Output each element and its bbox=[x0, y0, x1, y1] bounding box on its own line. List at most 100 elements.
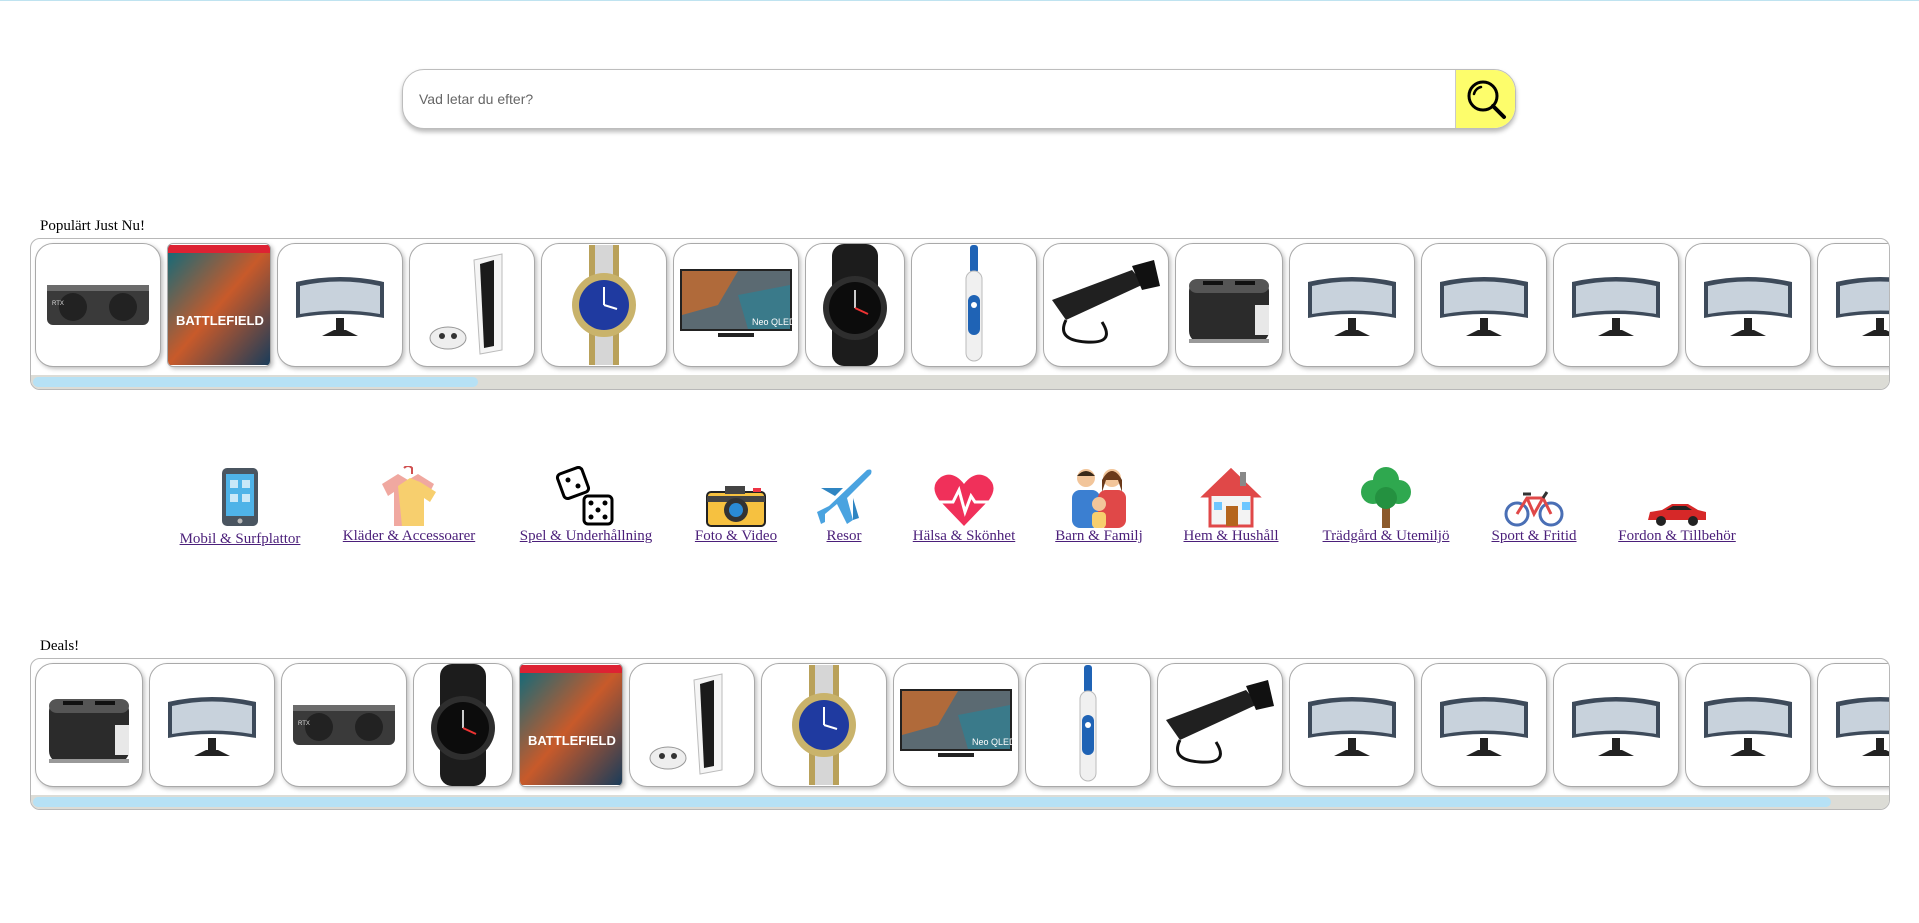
product-card[interactable] bbox=[1421, 243, 1547, 367]
clothes-icon bbox=[382, 466, 436, 526]
category-vehicles[interactable]: Fordon & Tillbehör bbox=[1612, 462, 1742, 545]
category-home[interactable]: Hem & Hushåll bbox=[1176, 462, 1286, 545]
category-link[interactable]: Fordon & Tillbehör bbox=[1612, 528, 1742, 545]
popular-scrollbar[interactable] bbox=[31, 375, 1889, 389]
product-card[interactable] bbox=[911, 243, 1037, 367]
curved-monitor-icon bbox=[1308, 277, 1396, 336]
deals-scroll-thumb[interactable] bbox=[33, 797, 1831, 807]
electric-toothbrush-icon bbox=[1079, 665, 1097, 782]
svg-text:Neo QLED: Neo QLED bbox=[752, 317, 794, 327]
category-link[interactable]: Foto & Video bbox=[688, 528, 784, 545]
battlefield-game-icon: BATTLEFIELD bbox=[520, 665, 622, 785]
flashlight-icon bbox=[1052, 260, 1160, 344]
product-card[interactable] bbox=[277, 243, 403, 367]
category-photo[interactable]: Foto & Video bbox=[688, 462, 784, 545]
product-card[interactable] bbox=[409, 243, 535, 367]
category-link[interactable]: Spel & Underhållning bbox=[512, 528, 660, 545]
family-icon bbox=[1072, 469, 1126, 528]
curved-monitor-icon bbox=[1308, 697, 1396, 756]
product-card[interactable] bbox=[413, 663, 513, 787]
toaster-icon bbox=[49, 699, 129, 763]
search-input[interactable] bbox=[403, 70, 1457, 128]
deals-title: Deals! bbox=[40, 638, 80, 654]
product-card[interactable] bbox=[1817, 663, 1889, 787]
graphics-card-icon: RTX bbox=[293, 705, 395, 745]
toaster-icon bbox=[1189, 279, 1269, 343]
svg-text:RTX: RTX bbox=[52, 301, 64, 307]
product-card[interactable] bbox=[1157, 663, 1283, 787]
curved-monitor-icon bbox=[1704, 697, 1792, 756]
house-icon bbox=[1200, 467, 1262, 528]
product-card[interactable]: Neo QLED bbox=[673, 243, 799, 367]
category-link[interactable]: Mobil & Surfplattor bbox=[172, 531, 308, 548]
category-link[interactable]: Hälsa & Skönhet bbox=[906, 528, 1022, 545]
product-card[interactable]: BATTLEFIELD bbox=[167, 243, 271, 367]
category-health[interactable]: Hälsa & Skönhet bbox=[906, 462, 1022, 545]
svg-text:BATTLEFIELD: BATTLEFIELD bbox=[528, 733, 616, 748]
product-card[interactable] bbox=[629, 663, 755, 787]
deals-carousel: RTX BATTLEFIELD Neo QLED bbox=[30, 658, 1890, 810]
electric-toothbrush-icon bbox=[965, 245, 983, 362]
svg-text:BATTLEFIELD: BATTLEFIELD bbox=[176, 313, 264, 328]
product-card[interactable] bbox=[805, 243, 905, 367]
product-card[interactable] bbox=[541, 243, 667, 367]
battlefield-game-icon: BATTLEFIELD bbox=[168, 245, 270, 365]
product-card[interactable] bbox=[1043, 243, 1169, 367]
product-card[interactable] bbox=[761, 663, 887, 787]
category-mobile[interactable]: Mobil & Surfplattor bbox=[172, 462, 308, 548]
curved-monitor-icon bbox=[168, 697, 256, 756]
product-card[interactable] bbox=[149, 663, 275, 787]
curved-monitor-icon bbox=[1572, 697, 1660, 756]
popular-scroll-thumb[interactable] bbox=[33, 377, 478, 387]
category-games[interactable]: Spel & Underhållning bbox=[512, 462, 660, 545]
category-link[interactable]: Trädgård & Utemiljö bbox=[1314, 528, 1458, 545]
search-bar bbox=[402, 69, 1516, 129]
curved-monitor-icon bbox=[1836, 277, 1889, 336]
product-card[interactable]: RTX bbox=[281, 663, 407, 787]
svg-text:Neo QLED: Neo QLED bbox=[972, 737, 1014, 747]
curved-monitor-icon bbox=[1440, 277, 1528, 336]
curved-monitor-icon bbox=[1836, 697, 1889, 756]
neo-qled-tv-icon: Neo QLED bbox=[900, 689, 1014, 757]
product-card[interactable] bbox=[1553, 243, 1679, 367]
smartwatch-icon bbox=[823, 244, 887, 366]
car-icon bbox=[1648, 504, 1706, 526]
category-family[interactable]: Barn & Familj bbox=[1052, 462, 1146, 545]
category-link[interactable]: Resor bbox=[810, 528, 878, 545]
category-link[interactable]: Barn & Familj bbox=[1052, 528, 1146, 545]
product-card[interactable] bbox=[1289, 663, 1415, 787]
search-icon bbox=[1467, 80, 1506, 119]
airplane-icon bbox=[817, 469, 872, 524]
product-card[interactable] bbox=[1553, 663, 1679, 787]
category-bar: Mobil & Surfplattor Kläder & Accessoarer… bbox=[0, 462, 1919, 552]
category-sport[interactable]: Sport & Fritid bbox=[1486, 462, 1582, 545]
product-card[interactable]: BATTLEFIELD bbox=[519, 663, 623, 787]
product-card[interactable] bbox=[1175, 243, 1283, 367]
product-card[interactable] bbox=[1421, 663, 1547, 787]
mobile-icon bbox=[222, 468, 258, 526]
product-card[interactable]: Neo QLED bbox=[893, 663, 1019, 787]
ps5-console-icon bbox=[649, 673, 723, 775]
product-card[interactable] bbox=[35, 663, 143, 787]
product-card[interactable] bbox=[1685, 663, 1811, 787]
svg-text:RTX: RTX bbox=[298, 721, 310, 727]
deals-scrollbar[interactable] bbox=[31, 795, 1889, 809]
category-clothes[interactable]: Kläder & Accessoarer bbox=[336, 462, 482, 545]
product-card[interactable] bbox=[1817, 243, 1889, 367]
product-card[interactable]: RTX bbox=[35, 243, 161, 367]
category-travel[interactable]: Resor bbox=[810, 462, 878, 545]
product-card[interactable] bbox=[1289, 243, 1415, 367]
product-card[interactable] bbox=[1025, 663, 1151, 787]
category-link[interactable]: Kläder & Accessoarer bbox=[336, 528, 482, 545]
camera-icon bbox=[706, 486, 766, 527]
product-card[interactable] bbox=[1685, 243, 1811, 367]
search-button[interactable] bbox=[1455, 70, 1515, 128]
popular-carousel: RTX BATTLEFIELD Neo QLED bbox=[30, 238, 1890, 390]
category-garden[interactable]: Trädgård & Utemiljö bbox=[1314, 462, 1458, 545]
curved-monitor-icon bbox=[296, 277, 384, 336]
category-link[interactable]: Hem & Hushåll bbox=[1176, 528, 1286, 545]
category-link[interactable]: Sport & Fritid bbox=[1486, 528, 1582, 545]
popular-title: Populärt Just Nu! bbox=[40, 218, 145, 234]
top-border bbox=[0, 0, 1919, 1]
ps5-console-icon bbox=[429, 253, 503, 355]
